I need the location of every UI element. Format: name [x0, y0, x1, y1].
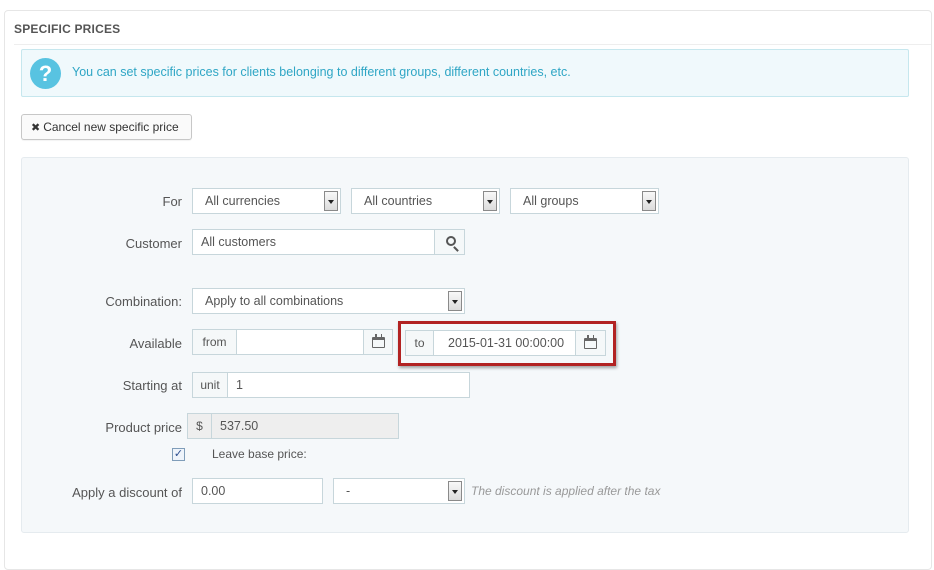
starting-at-input[interactable]: 1: [227, 372, 470, 398]
combination-select-value: Apply to all combinations: [205, 294, 344, 308]
from-addon: from: [192, 329, 237, 355]
country-select[interactable]: All countries: [351, 188, 500, 214]
customer-search-input[interactable]: All customers: [192, 229, 435, 255]
apply-discount-label: Apply a discount of: [72, 485, 182, 500]
from-calendar-button[interactable]: [363, 329, 393, 355]
currency-select-value: All currencies: [205, 194, 281, 208]
discount-amount-input[interactable]: 0.00: [192, 478, 323, 504]
customer-search-button[interactable]: [434, 229, 465, 255]
cancel-new-specific-price-button[interactable]: ✖ Cancel new specific price: [21, 114, 192, 140]
discount-type-value: -: [346, 484, 351, 498]
calendar-icon: [372, 334, 385, 348]
combination-select[interactable]: Apply to all combinations: [192, 288, 465, 314]
country-select-value: All countries: [364, 194, 433, 208]
chevron-down-icon: [642, 191, 656, 211]
available-label: Available: [129, 336, 182, 351]
chevron-down-icon: [483, 191, 497, 211]
group-select[interactable]: All groups: [510, 188, 659, 214]
search-icon: [446, 236, 456, 246]
chevron-down-icon: [448, 481, 462, 501]
leave-base-price-checkbox[interactable]: ✓: [172, 448, 185, 461]
chevron-down-icon: [448, 291, 462, 311]
chevron-down-icon: [324, 191, 338, 211]
combination-label: Combination:: [105, 294, 182, 309]
group-select-value: All groups: [523, 194, 579, 208]
cancel-button-label: Cancel new specific price: [43, 120, 179, 134]
starting-at-label: Starting at: [122, 378, 182, 393]
unit-addon: unit: [192, 372, 228, 398]
discount-type-select[interactable]: -: [333, 478, 465, 504]
question-icon: ?: [30, 58, 61, 89]
discount-hint: The discount is applied after the tax: [471, 484, 661, 498]
leave-base-price-label: Leave base price:: [212, 447, 307, 461]
currency-select[interactable]: All currencies: [192, 188, 341, 214]
for-label: For: [162, 194, 183, 209]
product-price-label: Product price: [105, 420, 182, 435]
currency-symbol-addon: $: [187, 413, 212, 439]
panel-title: SPECIFIC PRICES: [14, 11, 931, 45]
from-date-input[interactable]: [236, 329, 364, 355]
close-icon: ✖: [31, 122, 41, 134]
info-alert: ? You can set specific prices for client…: [21, 49, 909, 97]
customer-label: Customer: [125, 236, 182, 251]
info-text: You can set specific prices for clients …: [72, 65, 571, 79]
product-price-input: 537.50: [211, 413, 399, 439]
to-date-highlight-box: [398, 321, 616, 366]
